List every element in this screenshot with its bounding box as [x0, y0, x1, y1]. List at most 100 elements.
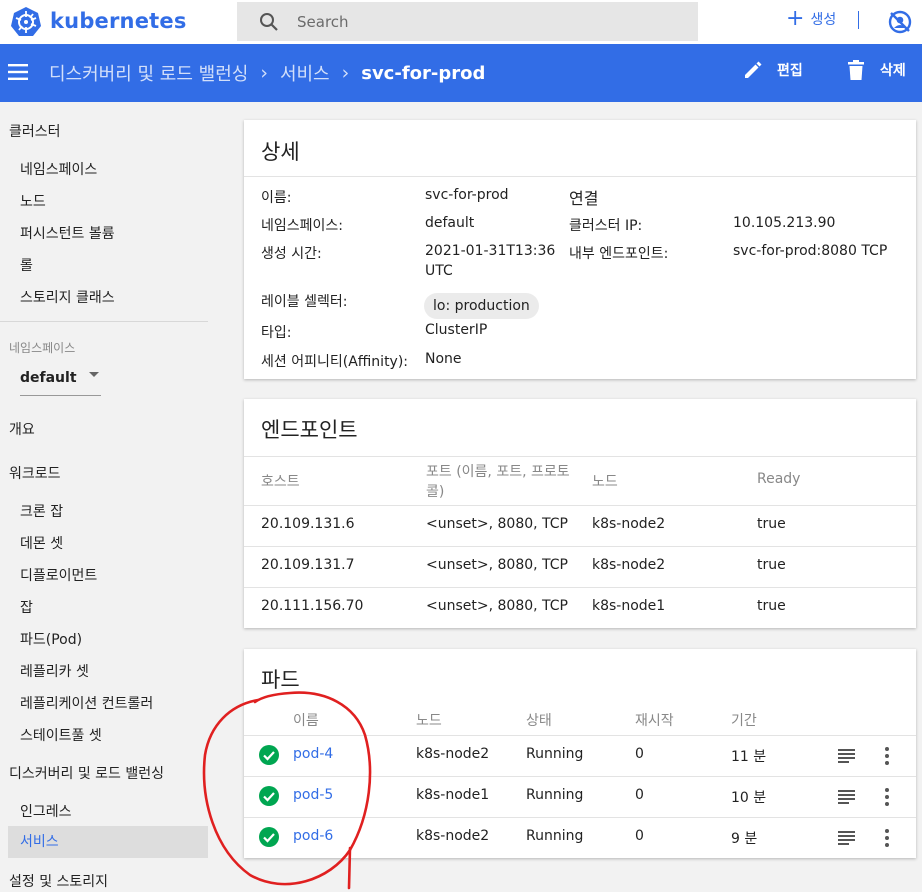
pod-name-link[interactable]: pod-6 [293, 828, 333, 844]
column-header-node: 노드 [416, 713, 442, 729]
details-card: 상세 이름: svc-for-prod 네임스페이스: default 생성 시… [244, 120, 916, 379]
selector-label: 레이블 셀렉터: [261, 294, 348, 310]
plus-icon: + [786, 6, 805, 31]
sidebar-item-overview[interactable]: 개요 [9, 419, 35, 439]
card-divider [244, 176, 916, 177]
pods-card: 파드 이름 노드 상태 재시작 기간 pod-4 k8s-node2 Runni… [244, 649, 916, 858]
pod-name-link[interactable]: pod-5 [293, 787, 333, 803]
sidebar-item-statefulsets[interactable]: 스테이트풀 셋 [20, 725, 102, 745]
column-header-ready: Ready [757, 471, 801, 487]
created-label: 생성 시간: [261, 246, 322, 262]
sidebar-section-discovery[interactable]: 디스커버리 및 로드 밸런싱 [9, 763, 164, 783]
column-header-age: 기간 [731, 713, 757, 729]
pod-age: 10 분 [731, 790, 767, 806]
column-header-restarts: 재시작 [635, 713, 674, 729]
row-divider [244, 587, 916, 588]
brand-name[interactable]: kubernetes [50, 9, 187, 33]
endpoint-node: k8s-node1 [592, 598, 666, 614]
pod-restarts: 0 [635, 828, 644, 844]
sidebar-item-roles[interactable]: 롤 [20, 255, 33, 275]
sidebar-item-persistent-volumes[interactable]: 퍼시스턴트 볼륨 [20, 223, 115, 243]
pod-name-link[interactable]: pod-4 [293, 746, 333, 762]
pencil-icon [745, 61, 762, 78]
endpoint-host: 20.111.156.70 [261, 598, 364, 614]
delete-button-label: 삭제 [880, 63, 906, 79]
sidebar-item-storage-classes[interactable]: 스토리지 클래스 [20, 287, 115, 307]
kubernetes-logo-icon[interactable] [10, 6, 42, 38]
name-value: svc-for-prod [425, 187, 509, 203]
sidebar-section-cluster[interactable]: 클러스터 [9, 121, 61, 141]
search-icon [260, 13, 278, 31]
sidebar-item-deployments[interactable]: 디플로이먼트 [20, 565, 97, 585]
sidebar-item-replicasets[interactable]: 레플리카 셋 [20, 661, 89, 681]
sidebar-item-pods[interactable]: 파드(Pod) [20, 629, 82, 649]
dropdown-arrow-icon [89, 372, 99, 377]
type-label: 타입: [261, 325, 292, 341]
column-header-node: 노드 [592, 474, 618, 490]
created-value-tz: UTC [425, 263, 453, 279]
logs-icon[interactable] [838, 831, 855, 845]
column-header-status: 상태 [526, 713, 552, 729]
status-check-icon [259, 745, 279, 765]
search-input[interactable] [297, 11, 677, 33]
more-vert-icon[interactable] [885, 747, 889, 765]
pod-status: Running [526, 746, 584, 762]
endpoint-node: k8s-node2 [592, 557, 666, 573]
endpoint-ready: true [757, 516, 786, 532]
created-value: 2021-01-31T13:36 [425, 243, 556, 259]
breadcrumb-discovery[interactable]: 디스커버리 및 로드 밸런싱 [49, 60, 248, 86]
trash-icon [848, 60, 864, 80]
column-header-ports: 포트 (이름, 포트, 프로토 [426, 464, 570, 480]
pod-node: k8s-node2 [416, 746, 490, 762]
top-bar: kubernetes + 생성 [0, 0, 922, 44]
namespace-label: 네임스페이스: [261, 218, 343, 234]
sidebar-item-cronjobs[interactable]: 크론 잡 [20, 501, 63, 521]
pod-status: Running [526, 787, 584, 803]
endpoints-card: 엔드포인트 호스트 포트 (이름, 포트, 프로토 콜) 노드 Ready 20… [244, 399, 916, 628]
endpoint-ready: true [757, 598, 786, 614]
more-vert-icon[interactable] [885, 788, 889, 806]
user-settings-icon[interactable] [888, 10, 912, 34]
cluster-ip-value: 10.105.213.90 [733, 215, 836, 231]
column-header-host: 호스트 [261, 474, 300, 490]
sidebar-section-workloads[interactable]: 워크로드 [9, 463, 61, 483]
details-title: 상세 [261, 140, 300, 164]
endpoint-ports: <unset>, 8080, TCP [426, 516, 568, 532]
sidebar-item-jobs[interactable]: 잡 [20, 597, 33, 617]
edit-button[interactable]: 편집 [743, 60, 803, 80]
endpoint-host: 20.109.131.6 [261, 516, 355, 532]
sidebar-item-daemonsets[interactable]: 데몬 셋 [20, 533, 63, 553]
card-divider [244, 456, 916, 457]
search-bar[interactable] [237, 2, 698, 41]
pod-status: Running [526, 828, 584, 844]
namespace-value: default [425, 215, 475, 231]
label-selector-chip: lo: production [424, 293, 539, 319]
delete-button[interactable]: 삭제 [848, 60, 906, 80]
connection-title: 연결 [569, 189, 599, 208]
namespace-select[interactable]: default [20, 364, 101, 396]
more-vert-icon[interactable] [885, 829, 889, 847]
sidebar-divider [0, 321, 208, 322]
cluster-ip-label: 클러스터 IP: [569, 218, 643, 234]
pod-node: k8s-node1 [416, 787, 490, 803]
sidebar-section-config-storage[interactable]: 설정 및 스토리지 [9, 871, 108, 891]
endpoints-title: 엔드포인트 [261, 418, 358, 442]
edit-button-label: 편집 [777, 63, 803, 79]
endpoint-ports: <unset>, 8080, TCP [426, 598, 568, 614]
type-value: ClusterIP [425, 322, 488, 338]
create-button[interactable]: + 생성 [786, 6, 836, 32]
breadcrumb-services[interactable]: 서비스 [280, 60, 330, 86]
menu-icon[interactable] [8, 64, 28, 80]
logs-icon[interactable] [838, 790, 855, 804]
status-check-icon [259, 827, 279, 847]
sidebar-item-replication-controllers[interactable]: 레플리케이션 컨트롤러 [20, 693, 153, 713]
pod-age: 9 분 [731, 831, 758, 847]
endpoint-ports: <unset>, 8080, TCP [426, 557, 568, 573]
sidebar-item-ingresses[interactable]: 인그레스 [20, 801, 72, 821]
logs-icon[interactable] [838, 749, 855, 763]
chevron-right-icon: › [260, 62, 268, 84]
sidebar-item-services[interactable]: 서비스 [8, 826, 208, 858]
sidebar-item-nodes[interactable]: 노드 [20, 191, 46, 211]
internal-endpoint-value: svc-for-prod:8080 TCP [733, 243, 888, 259]
sidebar-item-namespaces[interactable]: 네임스페이스 [20, 159, 97, 179]
